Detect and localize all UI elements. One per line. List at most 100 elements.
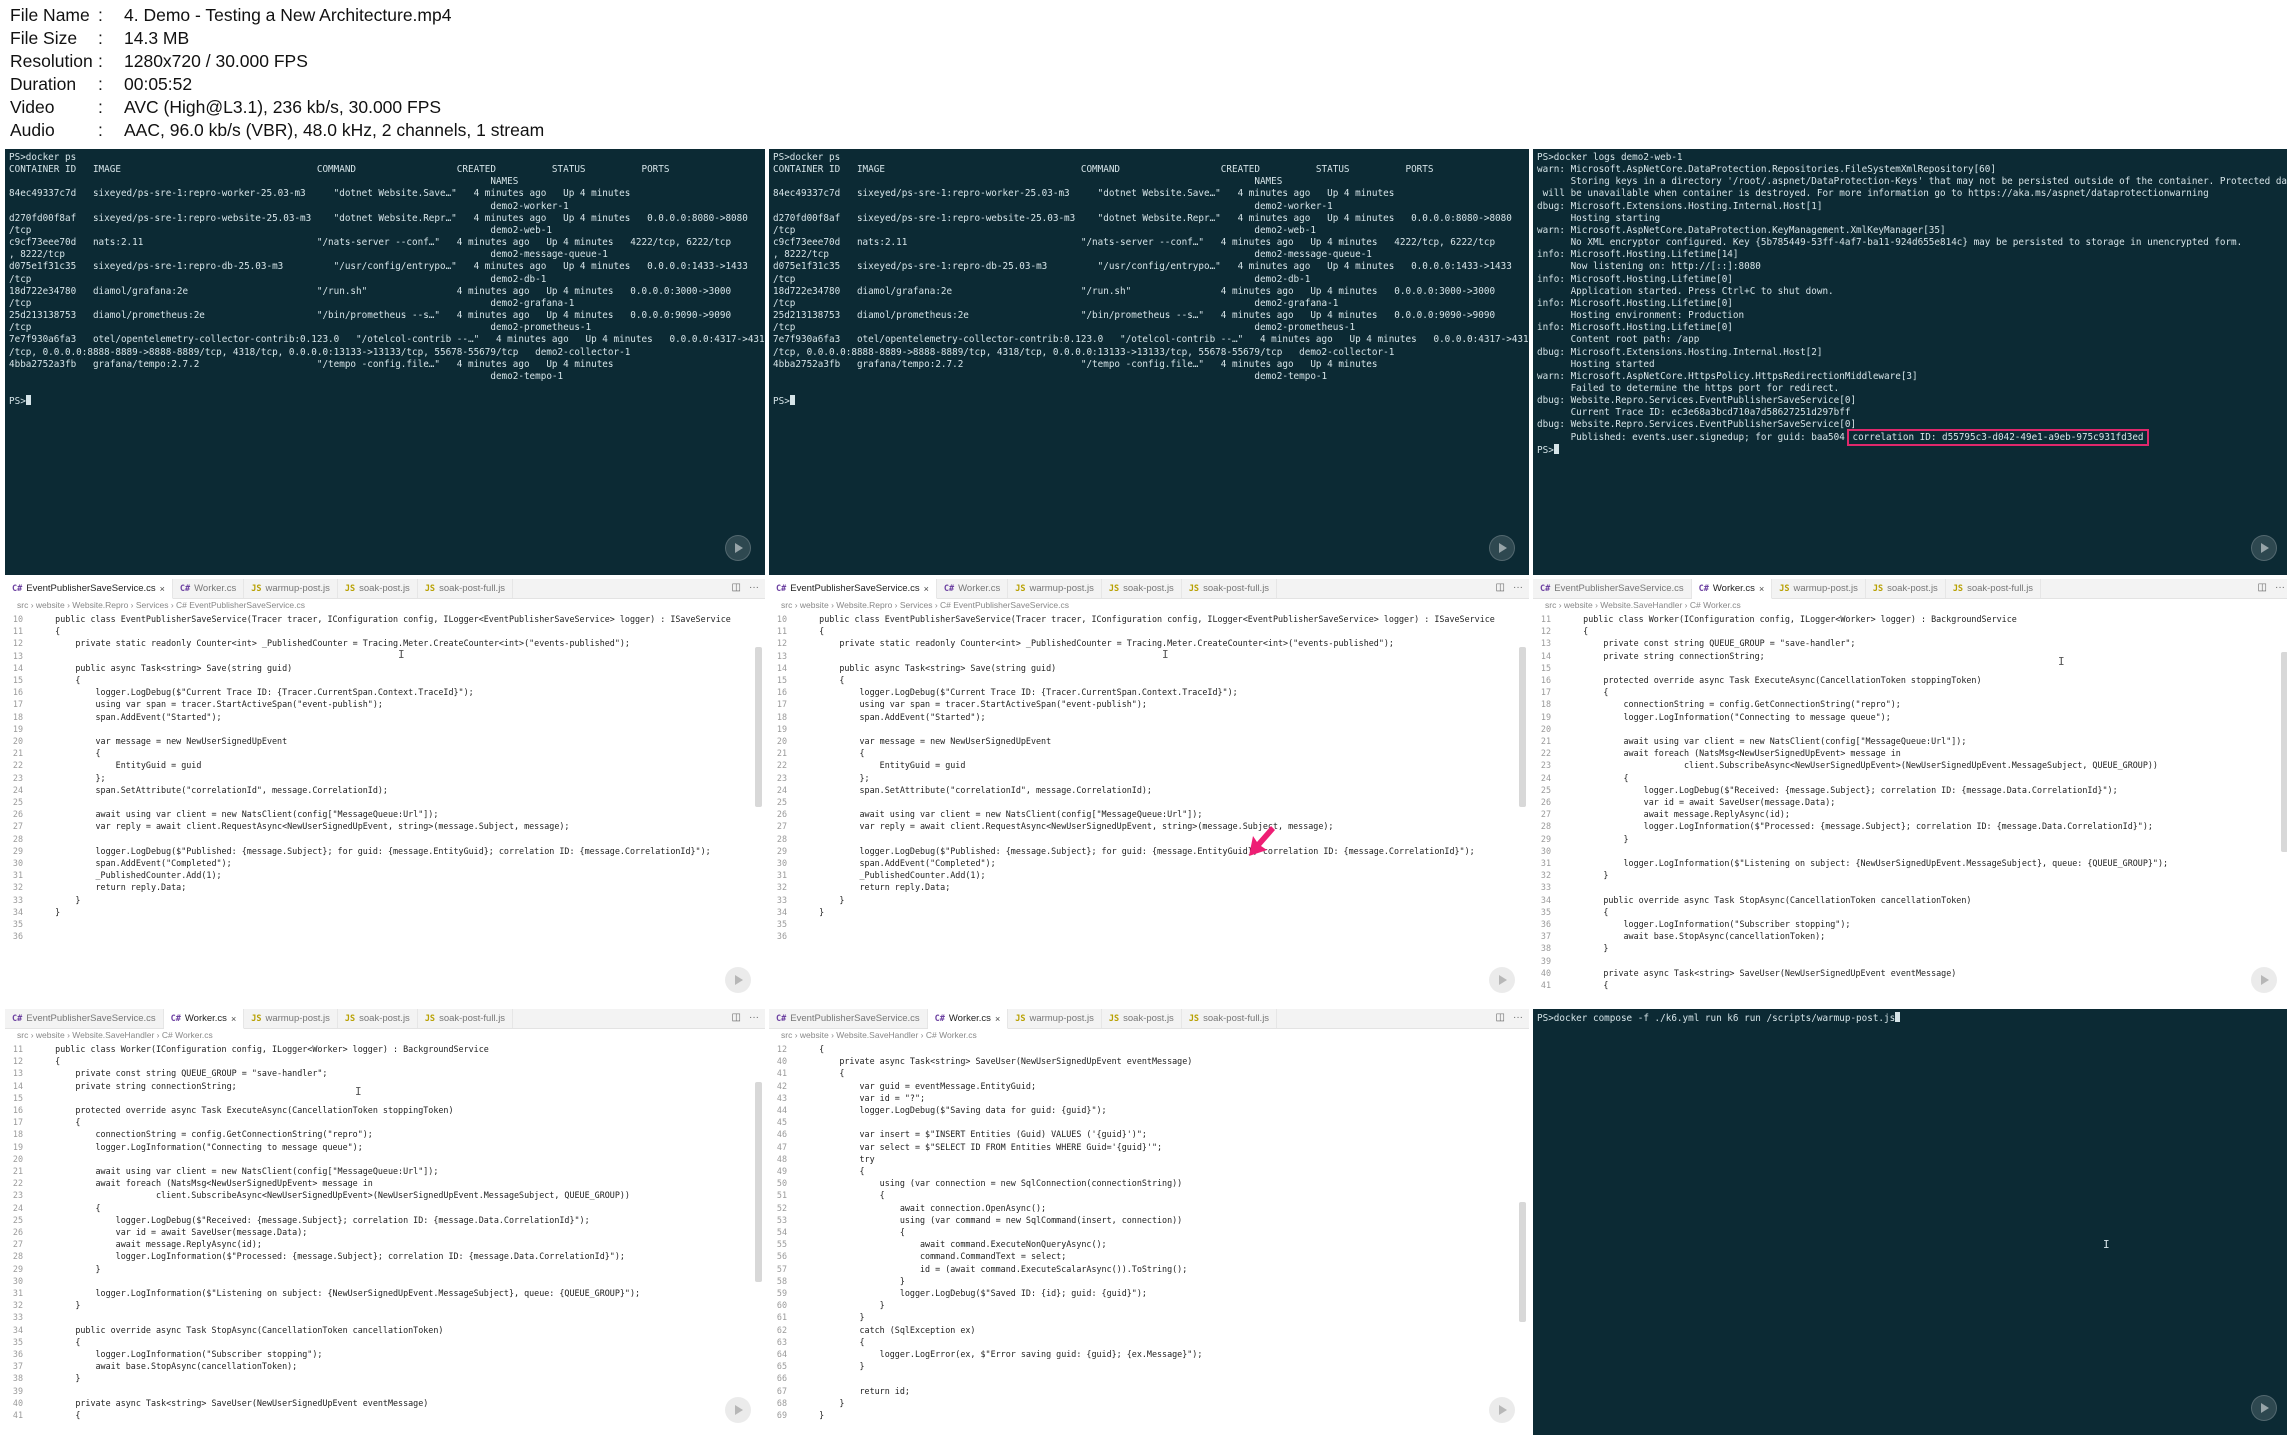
code-line[interactable]: 23 }; — [769, 772, 1529, 784]
code-line[interactable]: 25 logger.LogDebug($"Received: {message.… — [5, 1214, 765, 1226]
code-line[interactable]: 27 var reply = await client.RequestAsync… — [769, 820, 1529, 832]
code-line[interactable]: 21 await using var client = new NatsClie… — [1533, 735, 2287, 747]
code-line[interactable]: 32 } — [1533, 869, 2287, 881]
code-line[interactable]: 28 logger.LogInformation($"Processed: {m… — [5, 1250, 765, 1262]
scrollbar-thumb[interactable] — [1519, 1202, 1526, 1322]
code-line[interactable]: 29 } — [1533, 833, 2287, 845]
tab-soakfull[interactable]: JS soak-post-full.js — [1946, 579, 2042, 598]
code-line[interactable]: 18 connectionString = config.GetConnecti… — [5, 1128, 765, 1140]
code-line[interactable]: 33 } — [769, 894, 1529, 906]
code-line[interactable]: 34 } — [5, 906, 765, 918]
code-line[interactable]: 28 — [769, 833, 1529, 845]
code-line[interactable]: 13 private const string QUEUE_GROUP = "s… — [1533, 637, 2287, 649]
code-line[interactable]: 36 — [769, 930, 1529, 942]
code-line[interactable]: 30 — [5, 1275, 765, 1287]
code-line[interactable]: 52 await connection.OpenAsync(); — [769, 1202, 1529, 1214]
tab-soak[interactable]: JS soak-post.js — [338, 1009, 418, 1028]
code-line[interactable]: 17 { — [1533, 686, 2287, 698]
code-line[interactable]: 22 EntityGuid = guid — [769, 759, 1529, 771]
code-line[interactable]: 33 — [1533, 881, 2287, 893]
code-line[interactable]: 31 logger.LogInformation($"Listening on … — [5, 1287, 765, 1299]
tab-soakfull[interactable]: JS soak-post-full.js — [1182, 1009, 1278, 1028]
code-line[interactable]: 25 — [5, 796, 765, 808]
more-actions-icon[interactable]: ··· — [2275, 582, 2285, 593]
code-line[interactable]: 23 }; — [5, 772, 765, 784]
code-line[interactable]: 17 { — [5, 1116, 765, 1128]
close-icon[interactable]: × — [1759, 584, 1764, 594]
code-line[interactable]: 20 — [1533, 723, 2287, 735]
code-line[interactable]: 17 using var span = tracer.StartActiveSp… — [769, 698, 1529, 710]
code-line[interactable]: 37 await base.StopAsync(cancellationToke… — [5, 1360, 765, 1372]
code-line[interactable]: 31 _PublishedCounter.Add(1); — [769, 869, 1529, 881]
code-line[interactable]: 28 — [5, 833, 765, 845]
breadcrumb[interactable]: src › website › Website.SaveHandler › C#… — [5, 1029, 765, 1042]
code-line[interactable]: 29 logger.LogDebug($"Published: {message… — [769, 845, 1529, 857]
code-line[interactable]: 11 public class Worker(IConfiguration co… — [5, 1043, 765, 1055]
code-line[interactable]: 39 — [1533, 955, 2287, 967]
code-line[interactable]: 21 { — [769, 747, 1529, 759]
editor-worker-1[interactable]: C# EventPublisherSaveService.cs C# Worker.c… — [1533, 579, 2287, 1005]
code-line[interactable]: 31 logger.LogInformation($"Listening on … — [1533, 857, 2287, 869]
breadcrumb[interactable]: src › website › Website.SaveHandler › C#… — [769, 1029, 1529, 1042]
code-line[interactable]: 26 await using var client = new NatsClie… — [5, 808, 765, 820]
code-line[interactable]: 69 } — [769, 1409, 1529, 1421]
code-line[interactable]: 44 logger.LogDebug($"Saving data for gui… — [769, 1104, 1529, 1116]
breadcrumb[interactable]: src › website › Website.Repro › Services… — [5, 599, 765, 612]
tab-worker[interactable]: C# Worker.cs × — [1691, 579, 1773, 599]
code-line[interactable]: 54 { — [769, 1226, 1529, 1238]
split-editor-icon[interactable]: ◫ — [732, 1012, 741, 1023]
scrollbar-thumb[interactable] — [2281, 652, 2287, 852]
close-icon[interactable]: × — [995, 1014, 1000, 1024]
tab-soak[interactable]: JS soak-post.js — [1102, 1009, 1182, 1028]
code-line[interactable]: 12 { — [5, 1055, 765, 1067]
tab-warmup[interactable]: JS warmup-post.js — [244, 1009, 338, 1028]
code-line[interactable]: 22 await foreach (NatsMsg<NewUserSignedU… — [5, 1177, 765, 1189]
code-line[interactable]: 35 { — [1533, 906, 2287, 918]
split-editor-icon[interactable]: ◫ — [2258, 582, 2267, 593]
code-line[interactable]: 32 } — [5, 1299, 765, 1311]
code-line[interactable]: 19 logger.LogInformation("Connecting to … — [1533, 711, 2287, 723]
code-line[interactable]: 30 span.AddEvent("Completed"); — [5, 857, 765, 869]
code-line[interactable]: 64 logger.LogError(ex, $"Error saving gu… — [769, 1348, 1529, 1360]
code-line[interactable]: 24 span.SetAttribute("correlationId", me… — [769, 784, 1529, 796]
more-actions-icon[interactable]: ··· — [1513, 1012, 1523, 1023]
scrollbar-thumb[interactable] — [755, 647, 762, 807]
code-line[interactable]: 14 private string connectionString; — [1533, 650, 2287, 662]
code-line[interactable]: 20 — [5, 1153, 765, 1165]
scrollbar-thumb[interactable] — [1519, 647, 1526, 807]
code-line[interactable]: 68 } — [769, 1397, 1529, 1409]
breadcrumb[interactable]: src › website › Website.Repro › Services… — [769, 599, 1529, 612]
code-line[interactable]: 30 span.AddEvent("Completed"); — [769, 857, 1529, 869]
tab-soakfull[interactable]: JS soak-post-full.js — [418, 579, 514, 598]
code-line[interactable]: 23 client.SubscribeAsync<NewUserSignedUp… — [5, 1189, 765, 1201]
code-line[interactable]: 59 logger.LogDebug($"Saved ID: {id}; gui… — [769, 1287, 1529, 1299]
code-line[interactable]: 33 — [5, 1311, 765, 1323]
code-line[interactable]: 56 command.CommandText = select; — [769, 1250, 1529, 1262]
code-line[interactable]: 19 — [5, 723, 765, 735]
code-line[interactable]: 46 var insert = $"INSERT Entities (Guid)… — [769, 1128, 1529, 1140]
code-line[interactable]: 27 await message.ReplyAsync(id); — [1533, 808, 2287, 820]
breadcrumb[interactable]: src › website › Website.SaveHandler › C#… — [1533, 599, 2287, 612]
tab-warmup[interactable]: JS warmup-post.js — [1008, 579, 1102, 598]
code-line[interactable]: 17 using var span = tracer.StartActiveSp… — [5, 698, 765, 710]
code-line[interactable]: 13 private const string QUEUE_GROUP = "s… — [5, 1067, 765, 1079]
code-line[interactable]: 42 var guid = eventMessage.EntityGuid; — [769, 1080, 1529, 1092]
code-line[interactable]: 32 return reply.Data; — [5, 881, 765, 893]
editor-publisher-2[interactable]: C# EventPublisherSaveService.cs × C# Worker.… — [769, 579, 1529, 1005]
code-line[interactable]: 28 logger.LogInformation($"Processed: {m… — [1533, 820, 2287, 832]
code-line[interactable]: 15 — [1533, 662, 2287, 674]
code-line[interactable]: 50 using (var connection = new SqlConnec… — [769, 1177, 1529, 1189]
code-line[interactable]: 35 { — [5, 1336, 765, 1348]
code-line[interactable]: 39 — [5, 1385, 765, 1397]
tab-warmup[interactable]: JS warmup-post.js — [244, 579, 338, 598]
code-line[interactable]: 12 private static readonly Counter<int> … — [5, 637, 765, 649]
code-line[interactable]: 20 var message = new NewUserSignedUpEven… — [5, 735, 765, 747]
code-line[interactable]: 49 { — [769, 1165, 1529, 1177]
code-line[interactable]: 14 private string connectionString; — [5, 1080, 765, 1092]
code-line[interactable]: 21 await using var client = new NatsClie… — [5, 1165, 765, 1177]
code-line[interactable]: 15 { — [5, 674, 765, 686]
more-actions-icon[interactable]: ··· — [749, 582, 759, 593]
code-line[interactable]: 67 return id; — [769, 1385, 1529, 1397]
terminal-docker-ps-1[interactable]: PS>docker ps CONTAINER ID IMAGE COMMAND C… — [5, 149, 765, 575]
code-line[interactable]: 13 — [769, 650, 1529, 662]
